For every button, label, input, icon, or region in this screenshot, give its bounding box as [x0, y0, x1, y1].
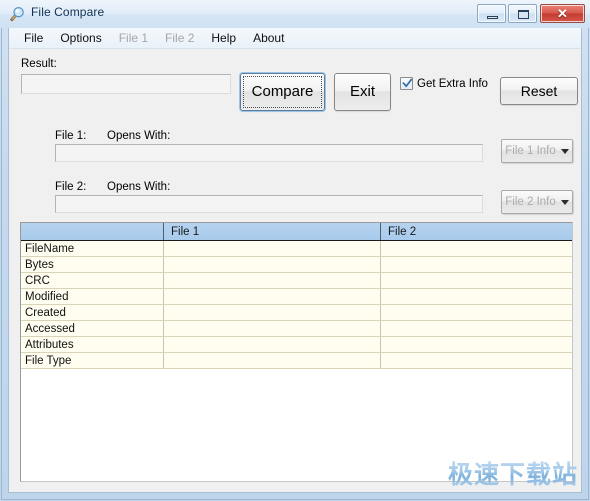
cell-property: Bytes: [21, 256, 164, 273]
table-header-row: File 1 File 2: [21, 223, 572, 241]
file2-label: File 2:: [55, 181, 87, 193]
comparison-grid[interactable]: File 1 File 2 FileName Bytes CRC Modifie…: [20, 222, 573, 482]
result-input[interactable]: [21, 74, 231, 94]
table-row[interactable]: File Type: [21, 352, 572, 369]
column-header-file-1[interactable]: File 1: [163, 223, 381, 241]
cell-file1: [163, 304, 381, 321]
exit-button[interactable]: Exit: [334, 73, 391, 111]
minimize-icon: [487, 16, 498, 19]
client-area: File Options File 1 File 2 Help About Re…: [8, 28, 582, 493]
table-row[interactable]: Accessed: [21, 320, 572, 337]
cell-file1: [163, 336, 381, 353]
cell-file1: [163, 352, 381, 369]
file2-info-dropdown-button: File 2 Info: [501, 190, 573, 214]
file2-info-label: File 2 Info: [505, 196, 556, 208]
window-controls: ✕: [477, 4, 585, 23]
column-header-property[interactable]: [21, 223, 164, 241]
cell-file1: [163, 272, 381, 289]
table-row[interactable]: FileName: [21, 240, 572, 257]
file1-label: File 1:: [55, 130, 87, 142]
cell-property: Accessed: [21, 320, 164, 337]
maximize-icon: [518, 10, 529, 19]
file1-opens-with-label: Opens With:: [107, 130, 171, 142]
file2-opens-with-label: Opens With:: [107, 181, 171, 193]
cell-file2: [380, 352, 572, 369]
menu-item-about[interactable]: About: [245, 29, 293, 47]
chevron-down-icon: [560, 148, 569, 154]
application-window: File Compare ✕ File Options File 1 File …: [0, 0, 590, 501]
menu-item-options[interactable]: Options: [52, 29, 110, 47]
cell-file2: [380, 240, 572, 257]
window-title: File Compare: [31, 5, 105, 19]
checkbox-label: Get Extra Info: [417, 77, 488, 90]
column-header-file-2[interactable]: File 2: [380, 223, 572, 241]
compare-button[interactable]: Compare: [240, 73, 325, 111]
comparison-table: File 1 File 2 FileName Bytes CRC Modifie…: [21, 223, 572, 369]
title-bar[interactable]: File Compare ✕: [0, 0, 590, 28]
table-header: File 1 File 2: [21, 223, 572, 241]
file1-info-dropdown-button: File 1 Info: [501, 139, 573, 163]
table-row[interactable]: Attributes: [21, 336, 572, 353]
cell-property: CRC: [21, 272, 164, 289]
menu-item-file[interactable]: File: [16, 29, 52, 47]
table-row[interactable]: CRC: [21, 272, 572, 289]
cell-file1: [163, 240, 381, 257]
cell-property: FileName: [21, 240, 164, 257]
close-button[interactable]: ✕: [540, 4, 585, 23]
chevron-down-icon: [560, 199, 569, 205]
get-extra-info-checkbox[interactable]: Get Extra Info: [400, 77, 488, 90]
maximize-button[interactable]: [508, 4, 537, 23]
magnifier-icon: [10, 6, 26, 22]
table-body: FileName Bytes CRC Modified Created Acce…: [21, 240, 572, 369]
cell-file2: [380, 304, 572, 321]
cell-property: Attributes: [21, 336, 164, 353]
cell-property: Modified: [21, 288, 164, 305]
file2-path-input[interactable]: [55, 195, 483, 213]
cell-file2: [380, 288, 572, 305]
result-label: Result:: [21, 58, 57, 70]
cell-file1: [163, 320, 381, 337]
table-row[interactable]: Bytes: [21, 256, 572, 273]
table-row[interactable]: Created: [21, 304, 572, 321]
menu-item-help[interactable]: Help: [203, 29, 245, 47]
file1-path-input[interactable]: [55, 144, 483, 162]
cell-file2: [380, 256, 572, 273]
menu-item-file-2: File 2: [165, 31, 195, 45]
cell-file2: [380, 272, 572, 289]
cell-file2: [380, 336, 572, 353]
cell-file1: [163, 288, 381, 305]
cell-file1: [163, 256, 381, 273]
cell-property: File Type: [21, 352, 164, 369]
cell-file2: [380, 320, 572, 337]
close-icon: ✕: [557, 6, 568, 21]
cell-property: Created: [21, 304, 164, 321]
minimize-button[interactable]: [477, 4, 506, 23]
file1-info-label: File 1 Info: [505, 145, 556, 157]
top-panel: Result: Compare Exit Get Extra Info Rese…: [9, 49, 581, 219]
menu-bar: File Options File 1 File 2 Help About: [9, 28, 581, 49]
table-row[interactable]: Modified: [21, 288, 572, 305]
reset-button[interactable]: Reset: [500, 77, 578, 105]
checkmark-icon: [402, 78, 413, 88]
checkbox-box[interactable]: [400, 77, 413, 90]
menu-item-file-1: File 1: [118, 31, 149, 45]
